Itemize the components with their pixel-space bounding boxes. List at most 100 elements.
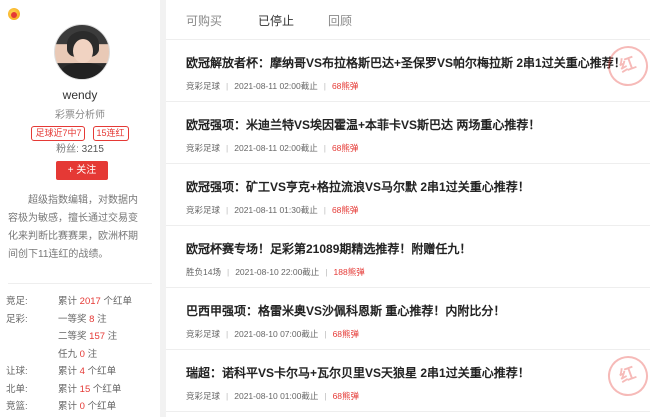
- stat-value: 累计 15 个红单: [58, 381, 121, 399]
- meta-separator: |: [226, 205, 229, 215]
- profile-card: wendy 彩票分析师 足球近7中7 15连红 粉丝: 3215 + 关注 超级…: [0, 0, 160, 417]
- article-item[interactable]: 欧冠强项：米迪兰特VS埃因霍温+本菲卡VS斯巴达 两场重心推荐！ 竞彩足球 | 202…: [166, 102, 650, 164]
- stat-row: 二等奖 157 注: [6, 328, 156, 346]
- stat-label: 足彩:: [6, 313, 28, 325]
- article-title[interactable]: 欧冠强项：矿工VS亨克+格拉流浪VS马尔默 2串1过关重心推荐！: [186, 178, 530, 195]
- meta-separator: |: [324, 391, 327, 401]
- stat-label: 北单:: [6, 383, 28, 395]
- stat-number: 15: [79, 383, 91, 395]
- article-item[interactable]: 欧冠强项：矿工VS亨克+格拉流浪VS马尔默 2串1过关重心推荐！ 竞彩足球 | 202…: [166, 164, 650, 226]
- article-category: 竞彩足球: [186, 329, 221, 339]
- stat-row: 北单: 累计 15 个红单: [6, 381, 156, 399]
- stat-number: 4: [79, 366, 85, 377]
- tab-bar: 可购买 已停止 回顾: [166, 0, 650, 40]
- stat-label: 竞足:: [6, 296, 28, 307]
- stat-prefix: 累计: [58, 383, 78, 395]
- article-item[interactable]: 巴西甲强项：格雷米奥VS沙佩科恩斯 重心推荐！内附比分！ 竞彩足球 | 2021-08…: [166, 288, 650, 350]
- red-result-stamp: 红: [602, 40, 650, 92]
- stat-prefix: 累计: [58, 296, 78, 307]
- stat-number: 0: [79, 348, 85, 360]
- meta-separator: |: [323, 81, 326, 91]
- tab-available[interactable]: 可购买: [186, 12, 222, 29]
- meta-separator: |: [325, 267, 328, 277]
- article-meta: 竞彩足球 | 2021-08-10 07:00截止 | 68熊弹: [186, 328, 359, 340]
- article-deadline: 2021-08-11 01:30截止: [234, 205, 318, 215]
- meta-separator: |: [324, 329, 327, 339]
- article-deadline: 2021-08-11 02:00截止: [234, 143, 318, 153]
- stat-row: 竞足: 累计 2017 个红单: [6, 293, 156, 311]
- article-title[interactable]: 瑞超：诺科平VS卡尔马+瓦尔贝里VS天狼星 2串1过关重心推荐！: [186, 364, 530, 381]
- tab-stopped[interactable]: 已停止: [258, 12, 294, 29]
- article-category: 竞彩足球: [186, 143, 221, 153]
- tab-review[interactable]: 回顾: [328, 12, 352, 29]
- stat-prefix: 累计: [58, 366, 78, 377]
- article-meta: 竞彩足球 | 2021-08-11 01:30截止 | 68熊弹: [186, 204, 358, 216]
- profile-bio: 超级指数编辑，对数据内容极为敏感，擅长通过交易变化来判断比赛赛果，欧洲杯期间创下…: [8, 195, 138, 260]
- stat-suffix: 个红单: [87, 401, 117, 412]
- stat-prefix: 二等奖: [58, 331, 87, 342]
- article-category: 竞彩足球: [186, 205, 221, 215]
- stat-row: 让球: 累计 4 个红单: [6, 363, 156, 381]
- article-item[interactable]: 欧冠杯赛专场！足彩第21089期精选推荐！附赠任九！ 胜负14场 | 2021-08-…: [166, 226, 650, 288]
- article-category: 胜负14场: [186, 267, 221, 277]
- stat-value: 累计 2017 个红单: [58, 293, 132, 311]
- article-meta: 胜负14场 | 2021-08-10 22:00截止 | 188熊弹: [186, 266, 365, 278]
- divider: [8, 283, 152, 284]
- profile-name[interactable]: wendy: [0, 88, 160, 102]
- meta-separator: |: [226, 143, 229, 153]
- profile-badges: 足球近7中7 15连红: [0, 121, 160, 141]
- stat-suffix: 个红单: [87, 366, 117, 377]
- article-title[interactable]: 欧冠解放者杯：摩纳哥VS布拉格斯巴达+圣保罗VS帕尔梅拉斯 2串1过关重心推荐！: [186, 54, 626, 71]
- main-content: 可购买 已停止 回顾 欧冠解放者杯：摩纳哥VS布拉格斯巴达+圣保罗VS帕尔梅拉斯…: [166, 0, 650, 417]
- article-meta: 竞彩足球 | 2021-08-11 02:00截止 | 68熊弹: [186, 142, 358, 154]
- stat-row: 竞篮: 累计 0 个红单: [6, 398, 156, 416]
- meta-separator: |: [226, 391, 229, 401]
- stat-label: 竞篮:: [6, 401, 28, 412]
- article-deadline: 2021-08-10 07:00截止: [234, 329, 319, 339]
- stat-value: 任九 0 注: [58, 346, 97, 364]
- meta-separator: |: [226, 329, 229, 339]
- stat-suffix: 个红单: [92, 383, 122, 395]
- article-deadline: 2021-08-11 02:00截止: [234, 81, 318, 91]
- article-price: 68熊弹: [331, 143, 359, 153]
- profile-stats: 竞足: 累计 2017 个红单 足彩: 一等奖 8 注二等奖 157 注任九 0 注让…: [6, 293, 156, 416]
- article-item[interactable]: 欧冠解放者杯：摩纳哥VS布拉格斯巴达+圣保罗VS帕尔梅拉斯 2串1过关重心推荐！…: [166, 40, 650, 102]
- stat-number: 2017: [79, 296, 101, 307]
- meta-separator: |: [323, 205, 326, 215]
- stat-row: 足彩: 一等奖 8 注: [6, 311, 156, 329]
- fans-label: 粉丝:: [56, 144, 79, 155]
- stat-prefix: 累计: [58, 401, 78, 412]
- stat-number: 157: [89, 331, 106, 342]
- stat-label: 让球:: [6, 366, 28, 377]
- article-price: 68熊弹: [331, 205, 359, 215]
- badge-red-streak: 15连红: [92, 126, 129, 141]
- avatar[interactable]: [54, 24, 110, 80]
- profile-role: 彩票分析师: [55, 110, 105, 121]
- page: wendy 彩票分析师 足球近7中7 15连红 粉丝: 3215 + 关注 超级…: [0, 0, 650, 417]
- fans-number: 3215: [81, 144, 104, 155]
- article-price: 68熊弹: [332, 391, 360, 401]
- article-title[interactable]: 欧冠杯赛专场！足彩第21089期精选推荐！附赠任九！: [186, 240, 471, 257]
- article-meta: 竞彩足球 | 2021-08-10 01:00截止 | 68熊弹: [186, 390, 359, 402]
- article-price: 188熊弹: [333, 267, 365, 277]
- article-price: 68熊弹: [331, 81, 359, 91]
- stat-number: 8: [89, 313, 95, 325]
- stat-number: 0: [79, 401, 85, 412]
- follow-button[interactable]: + 关注: [56, 161, 108, 180]
- article-title[interactable]: 巴西甲强项：格雷米奥VS沙佩科恩斯 重心推荐！内附比分！: [186, 302, 505, 319]
- article-price: 68熊弹: [332, 329, 360, 339]
- badge-streak: 足球近7中7: [31, 126, 86, 141]
- stat-suffix: 注: [97, 313, 107, 325]
- article-title[interactable]: 欧冠强项：米迪兰特VS埃因霍温+本菲卡VS斯巴达 两场重心推荐！: [186, 116, 540, 133]
- stat-value: 累计 4 个红单: [58, 363, 116, 381]
- fans-count: 粉丝: 3215: [0, 140, 160, 155]
- stat-prefix: 任九: [58, 348, 78, 360]
- stat-value: 一等奖 8 注: [58, 311, 107, 329]
- stat-suffix: 注: [107, 331, 118, 342]
- article-category: 竞彩足球: [186, 391, 221, 401]
- meta-separator: |: [226, 81, 229, 91]
- stat-value: 累计 0 个红单: [58, 398, 116, 416]
- article-item[interactable]: 瑞超：诺科平VS卡尔马+瓦尔贝里VS天狼星 2串1过关重心推荐！ 竞彩足球 | 202…: [166, 350, 650, 412]
- stat-suffix: 注: [87, 348, 98, 360]
- stat-suffix: 个红单: [103, 296, 132, 307]
